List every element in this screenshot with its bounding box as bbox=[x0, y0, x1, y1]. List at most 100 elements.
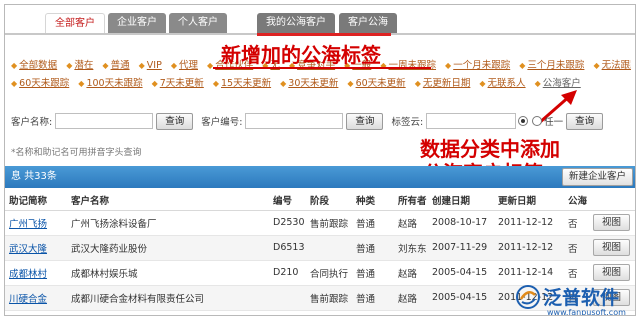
bullet-icon: ◆ bbox=[11, 61, 18, 70]
pinyin-hint: *名称和助记名可用拼音字头查询 bbox=[11, 148, 142, 158]
short-name-link[interactable]: 成都林村 bbox=[9, 269, 47, 280]
filter-link[interactable]: 普通 bbox=[111, 60, 130, 71]
customer-name: 广州飞扬涂料设备厂 bbox=[67, 210, 269, 236]
created-date: 2005-04-15 bbox=[428, 260, 494, 286]
col-number[interactable]: 编号 bbox=[269, 190, 306, 211]
col-short-name[interactable]: 助记简称 bbox=[5, 190, 67, 211]
filter-link[interactable]: 30天未更新 bbox=[288, 78, 338, 89]
filter-link[interactable]: 7天未更新 bbox=[160, 78, 204, 89]
col-stage[interactable]: 阶段 bbox=[306, 190, 352, 211]
search-bar: 客户名称: 查询 客户编号: 查询 标签云: 任一 查询 bbox=[11, 112, 635, 130]
col-action bbox=[589, 190, 635, 211]
table-row: 武汉大隆 武汉大隆药业股份 D6513 普通 刘东东 2007-11-29 20… bbox=[5, 235, 635, 261]
result-count: 息 共33条 bbox=[11, 171, 57, 182]
tab-highlight-underline bbox=[257, 33, 391, 36]
col-updated[interactable]: 更新日期 bbox=[494, 190, 564, 211]
col-customer-name[interactable]: 客户名称 bbox=[67, 190, 269, 211]
filter-link[interactable]: 一个月未跟踪 bbox=[453, 60, 510, 71]
table-row: 广州飞扬 广州飞扬涂料设备厂 D2530 售前跟踪 普通 赵路 2008-10-… bbox=[5, 210, 635, 236]
short-name-link[interactable]: 武汉大隆 bbox=[9, 244, 47, 255]
logo-url: www.fanpusoft.com bbox=[547, 308, 626, 316]
col-public[interactable]: 公海 bbox=[564, 190, 589, 211]
tab-enterprise-customers[interactable]: 企业客户 bbox=[108, 13, 166, 33]
filter-link[interactable]: 代理 bbox=[179, 60, 198, 71]
bullet-icon: ◆ bbox=[11, 79, 18, 88]
tab-my-public-customers[interactable]: 我的公海客户 bbox=[257, 13, 335, 33]
stage: 售前跟踪 bbox=[306, 210, 352, 236]
kind: 普通 bbox=[352, 260, 394, 286]
col-created[interactable]: 创建日期 bbox=[428, 190, 494, 211]
stage bbox=[306, 235, 352, 261]
created-date: 2008-10-17 bbox=[428, 210, 494, 236]
customer-no bbox=[269, 285, 306, 311]
filter-link[interactable]: 60天未跟踪 bbox=[19, 78, 69, 89]
owner: 赵路 bbox=[394, 285, 428, 311]
query-button-3[interactable]: 查询 bbox=[566, 112, 604, 130]
stage: 售前跟踪 bbox=[306, 285, 352, 311]
public-flag: 否 bbox=[564, 235, 589, 261]
customer-no-label: 客户编号: bbox=[201, 117, 243, 128]
add-enterprise-customer-button[interactable]: 新建企业客户 bbox=[561, 168, 633, 186]
filter-link[interactable]: VIP bbox=[147, 60, 162, 71]
bullet-icon: ◆ bbox=[151, 79, 158, 88]
bullet-icon: ◆ bbox=[479, 79, 486, 88]
owner: 赵路 bbox=[394, 260, 428, 286]
customer-name-label: 客户名称: bbox=[11, 117, 53, 128]
app-frame: 全部客户 企业客户 个人客户 我的公海客户 客户公海 ◆ 全部数据 ◆ 潜在 ◆ 普通… bbox=[4, 4, 636, 316]
table-header-row: 助记简称 客户名称 编号 阶段 种类 所有者 创建日期 更新日期 公海 bbox=[5, 190, 635, 211]
filter-link[interactable]: 潜在 bbox=[74, 60, 93, 71]
tab-personal-customers[interactable]: 个人客户 bbox=[169, 13, 227, 33]
public-flag: 否 bbox=[564, 210, 589, 236]
filter-link[interactable]: 一周未跟踪 bbox=[389, 60, 437, 71]
tab-all-customers[interactable]: 全部客户 bbox=[45, 13, 105, 33]
customer-name: 成都川硬合金材料有限责任公司 bbox=[67, 285, 269, 311]
brand-logo: 泛普软件 www.fanpusoft.com bbox=[515, 282, 635, 316]
customer-no: D2530 bbox=[269, 210, 306, 236]
owner: 赵路 bbox=[394, 210, 428, 236]
tag-cloud-label: 标签云: bbox=[391, 117, 424, 128]
tag-cloud-input[interactable] bbox=[426, 113, 517, 129]
view-button[interactable]: 视图 bbox=[593, 239, 631, 256]
filter-link[interactable]: 全部数据 bbox=[19, 60, 57, 71]
annotation-underline bbox=[213, 67, 431, 69]
annotation-new-public-tab: 新增加的公海标签 bbox=[221, 43, 381, 67]
customer-no: D6513 bbox=[269, 235, 306, 261]
query-button-2[interactable]: 查询 bbox=[346, 112, 384, 130]
option-any-label: 任一 bbox=[544, 117, 564, 128]
filter-link[interactable]: 60天未更新 bbox=[356, 78, 406, 89]
bullet-icon: ◆ bbox=[280, 79, 287, 88]
col-kind[interactable]: 种类 bbox=[352, 190, 394, 211]
filter-link[interactable]: 无联系人 bbox=[488, 78, 526, 89]
col-owner[interactable]: 所有者 bbox=[394, 190, 428, 211]
view-button[interactable]: 视图 bbox=[593, 264, 631, 281]
logo-swirl-icon bbox=[516, 285, 540, 309]
kind: 普通 bbox=[352, 285, 394, 311]
customer-no-input[interactable] bbox=[245, 113, 344, 129]
filter-link[interactable]: 无更新日期 bbox=[423, 78, 471, 89]
bullet-icon: ◆ bbox=[138, 61, 145, 70]
filter-link[interactable]: 无法跟踪(设有日程/任务/历史行动)的客户 bbox=[602, 60, 631, 71]
kind: 普通 bbox=[352, 210, 394, 236]
bullet-icon: ◆ bbox=[66, 61, 73, 70]
created-date: 2005-04-15 bbox=[428, 285, 494, 311]
short-name-link[interactable]: 川硬合金 bbox=[9, 294, 47, 305]
query-button[interactable]: 查询 bbox=[156, 112, 194, 130]
bullet-icon: ◆ bbox=[519, 61, 526, 70]
filter-link[interactable]: 15天未更新 bbox=[221, 78, 271, 89]
radio-any[interactable] bbox=[532, 116, 543, 126]
bullet-icon: ◆ bbox=[414, 79, 421, 88]
tab-customer-public-pool[interactable]: 客户公海 bbox=[339, 13, 397, 33]
filter-link[interactable]: 三个月未跟踪 bbox=[527, 60, 584, 71]
customer-name: 成都林村娱乐城 bbox=[67, 260, 269, 286]
bullet-icon: ◆ bbox=[102, 61, 109, 70]
owner: 刘东东 bbox=[394, 235, 428, 261]
customer-name-input[interactable] bbox=[55, 113, 154, 129]
filter-link[interactable]: 100天未跟踪 bbox=[86, 78, 142, 89]
bullet-icon: ◆ bbox=[445, 61, 452, 70]
bullet-icon: ◆ bbox=[212, 79, 219, 88]
bullet-icon: ◆ bbox=[347, 79, 354, 88]
created-date: 2007-11-29 bbox=[428, 235, 494, 261]
view-button[interactable]: 视图 bbox=[593, 214, 631, 231]
short-name-link[interactable]: 广州飞扬 bbox=[9, 219, 47, 230]
radio-all[interactable] bbox=[518, 116, 529, 126]
